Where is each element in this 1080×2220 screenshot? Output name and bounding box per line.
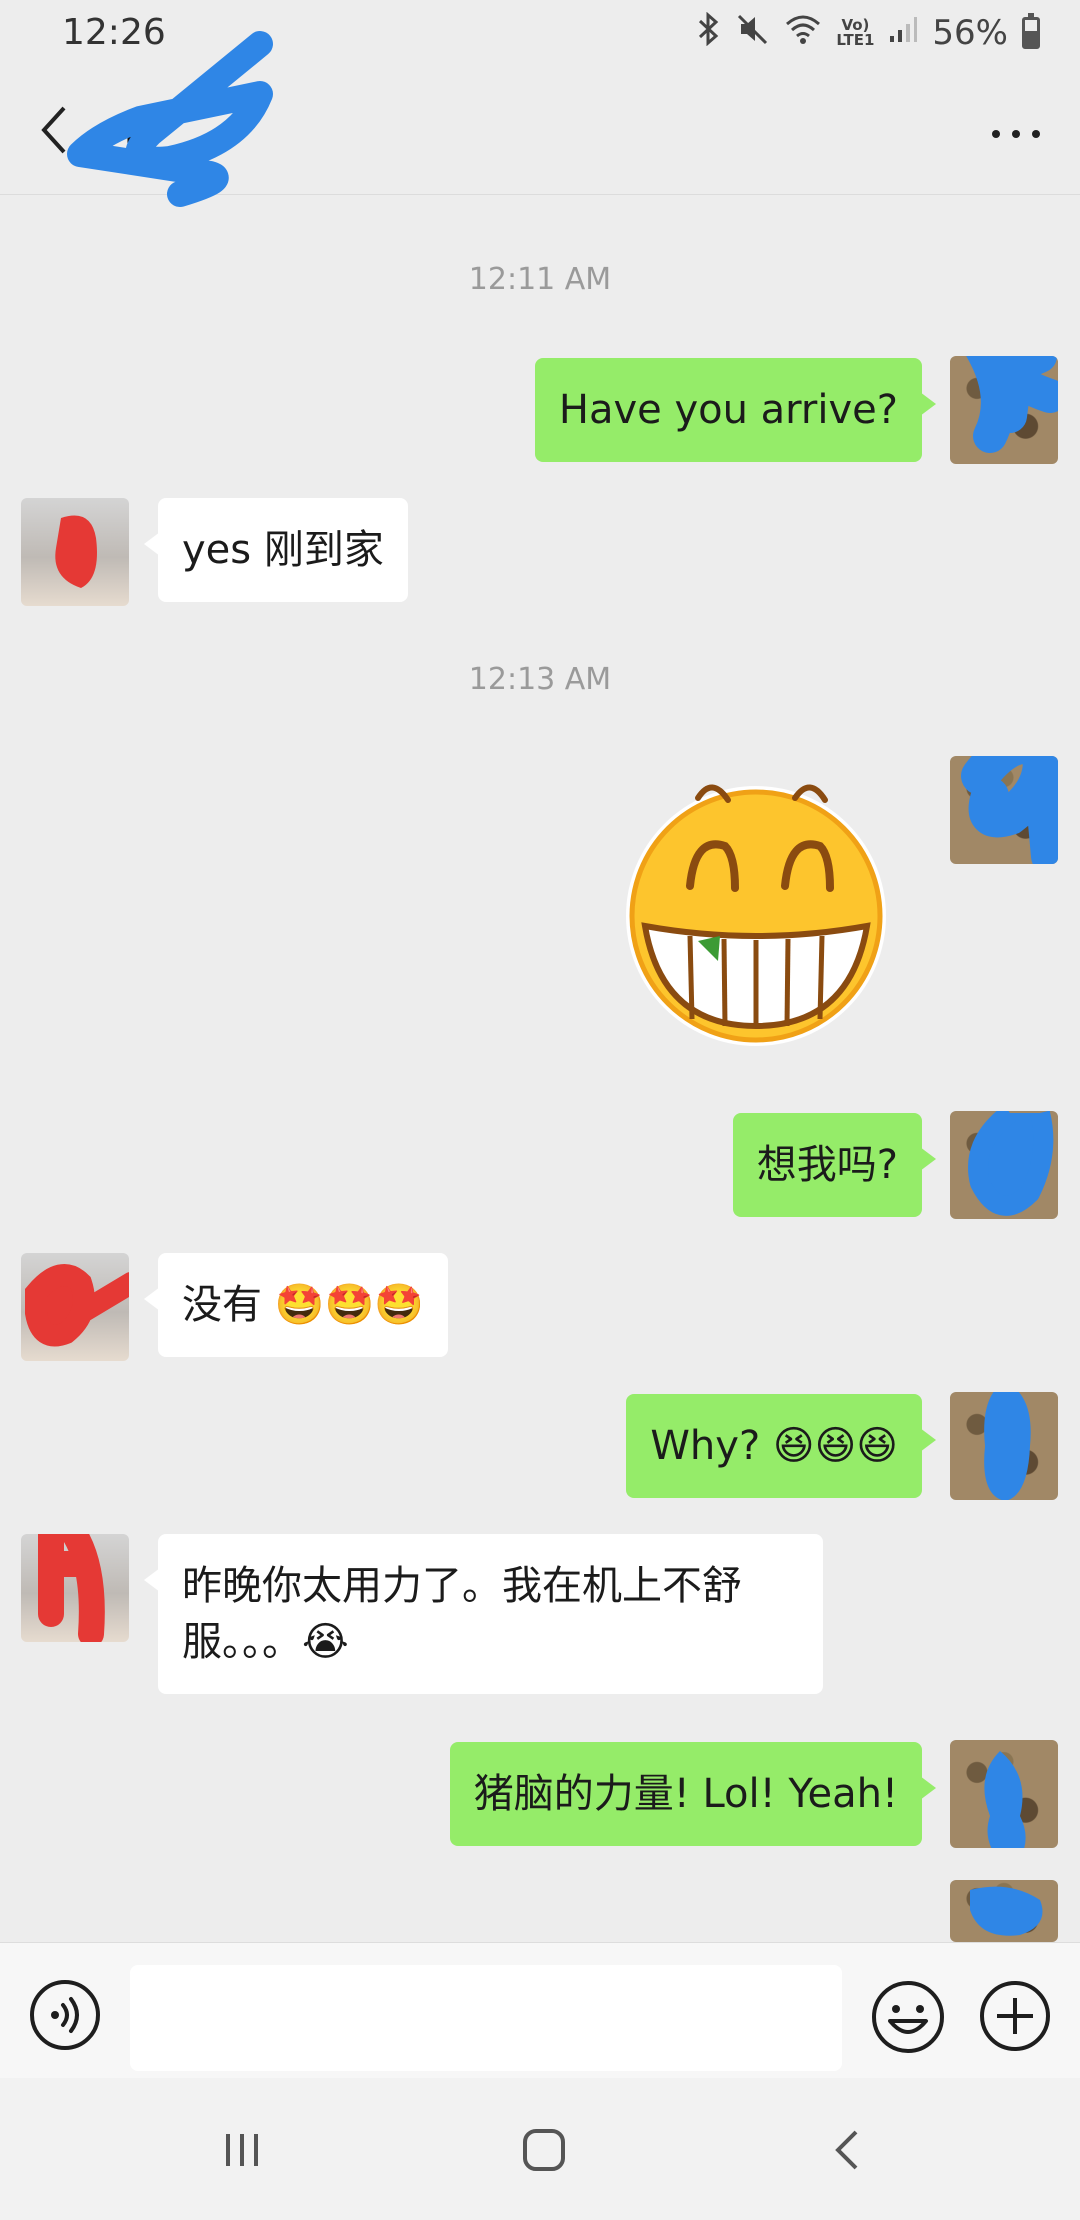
home-button[interactable] <box>508 2114 580 2186</box>
battery-percent: 56% <box>932 13 1008 53</box>
redaction-scribble <box>984 1392 1031 1500</box>
my-avatar[interactable] <box>950 1880 1058 1942</box>
my-avatar[interactable] <box>950 356 1058 464</box>
message-bubble-sent[interactable]: 猪脑的力量! Lol! Yeah! <box>449 1742 937 1846</box>
redaction-scribble <box>38 1534 105 1642</box>
laughing-face-sticker-icon <box>626 784 886 1046</box>
message-bubble-received[interactable]: yes 刚到家 <box>144 498 408 602</box>
more-options-button[interactable] <box>986 104 1046 164</box>
voice-input-button[interactable] <box>29 1979 101 2051</box>
signal-icon <box>888 13 918 53</box>
redaction-scribble <box>961 756 1058 864</box>
my-avatar[interactable] <box>950 1740 1058 1848</box>
my-avatar[interactable] <box>950 1392 1058 1500</box>
message-bubble-sent[interactable]: Have you arrive? <box>534 358 937 462</box>
message-bubble-sent[interactable]: Why? 😆😆😆 <box>626 1394 936 1498</box>
message-input[interactable] <box>130 1965 842 2071</box>
wifi-icon <box>784 12 822 55</box>
emoji-button[interactable] <box>870 1979 946 2055</box>
contact-avatar[interactable] <box>21 1534 129 1642</box>
mute-icon <box>736 12 770 55</box>
redaction-scribble <box>984 1751 1026 1848</box>
timestamp: 12:13 AM <box>468 662 612 697</box>
status-icons: Vo) LTE1 56% <box>696 10 1040 56</box>
more-icon <box>992 130 1040 138</box>
back-icon <box>835 2130 858 2170</box>
contact-avatar[interactable] <box>21 1253 129 1361</box>
message-bubble-received[interactable]: 昨晚你太用力了。我在机上不舒服。。。😭 <box>144 1534 823 1694</box>
redaction-scribble <box>966 356 1058 453</box>
message-bubble-received[interactable]: 没有 🤩🤩🤩 <box>143 1253 449 1357</box>
redaction-scribble <box>968 1111 1054 1216</box>
battery-icon <box>1022 13 1040 49</box>
voice-icon <box>30 1980 100 2050</box>
system-navigation-bar <box>0 2078 1080 2220</box>
more-functions-button[interactable] <box>978 1979 1052 2053</box>
battery-fill <box>1025 31 1037 46</box>
plus-icon <box>980 1981 1050 2051</box>
redaction-scribble <box>67 31 273 207</box>
timestamp: 12:11 AM <box>468 262 612 297</box>
sticker-message[interactable] <box>620 776 892 1056</box>
redaction-scribble <box>970 1886 1043 1936</box>
message-input-bar <box>0 1942 1080 2079</box>
bluetooth-icon <box>696 11 722 55</box>
back-nav-button[interactable] <box>812 2114 884 2186</box>
recent-apps-button[interactable] <box>206 2114 278 2186</box>
redaction-scribble <box>55 515 97 588</box>
my-avatar[interactable] <box>950 756 1058 864</box>
message-bubble-sent[interactable]: 想我吗? <box>732 1113 937 1217</box>
chat-header: 小 <box>0 31 1080 207</box>
recent-apps-icon <box>226 2134 258 2166</box>
volte-icon: Vo) LTE1 <box>836 16 875 49</box>
redaction-scribble <box>24 1264 129 1347</box>
smiley-icon <box>872 1981 944 2053</box>
my-avatar[interactable] <box>950 1111 1058 1219</box>
home-icon <box>523 2129 565 2171</box>
contact-avatar[interactable] <box>21 498 129 606</box>
